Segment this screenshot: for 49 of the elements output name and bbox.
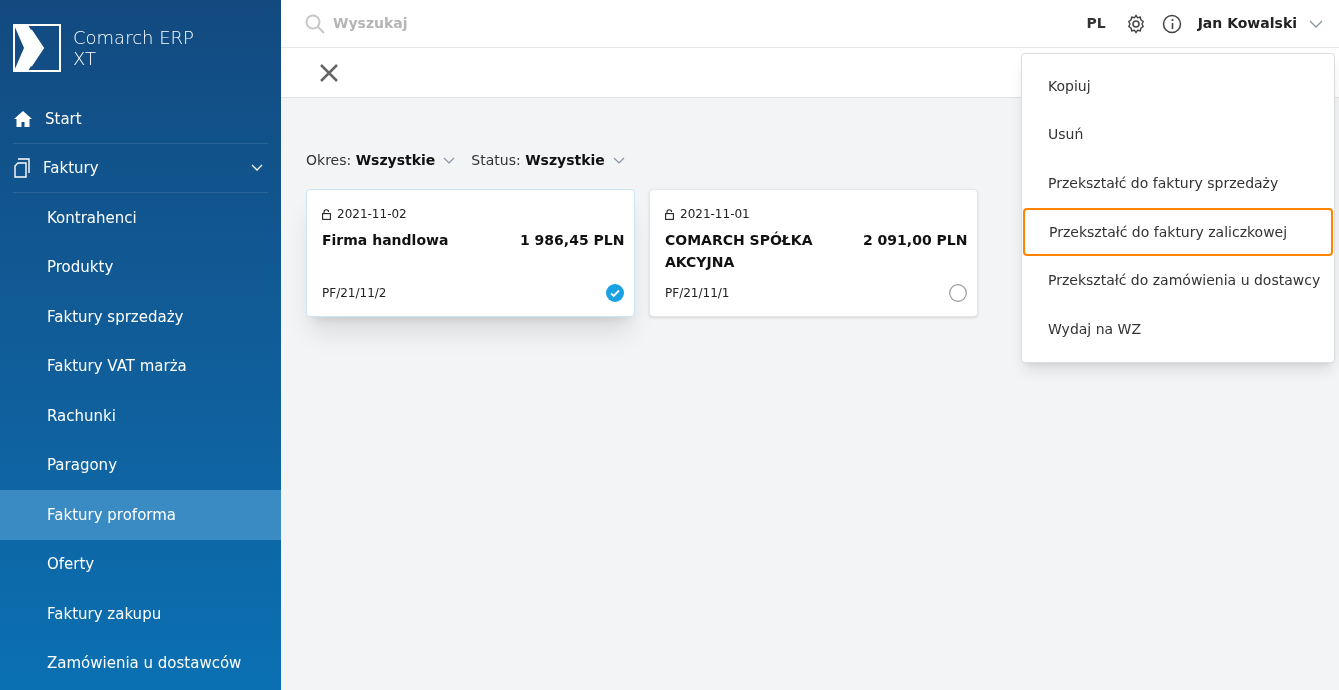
sidebar-item[interactable]: Kontrahenci bbox=[0, 193, 281, 243]
sidebar-item[interactable]: Faktury proforma bbox=[0, 490, 281, 540]
padlock-icon bbox=[665, 208, 674, 220]
invoice-number: PF/21/11/2 bbox=[322, 285, 387, 302]
invoice-date: 2021-11-01 bbox=[680, 206, 750, 223]
invoice-card[interactable]: 2021-11-01 COMARCH SPÓŁKA AKCYJNA 2 091,00 PLN PF/21/11/1 bbox=[649, 189, 978, 317]
chevron-icon bbox=[612, 156, 625, 165]
chevron-icon[interactable] bbox=[251, 164, 263, 172]
sidebar-item[interactable]: Paragony bbox=[0, 440, 281, 490]
invoice-number: PF/21/11/1 bbox=[665, 285, 730, 302]
customer-name: COMARCH SPÓŁKA AKCYJNA bbox=[665, 230, 814, 272]
invoice-card[interactable]: 2021-11-02 Firma handlowa 1 986,45 PLN PF/21/11/2 bbox=[306, 189, 635, 317]
padlock-icon bbox=[322, 208, 331, 220]
sidebar-item[interactable]: Faktury zakupu bbox=[0, 589, 281, 639]
customer-name: Firma handlowa bbox=[322, 231, 450, 250]
invoice-date: 2021-11-02 bbox=[337, 206, 407, 223]
menu-item[interactable]: Usuń bbox=[1022, 110, 1334, 160]
app-name: Comarch ERP XT bbox=[73, 26, 195, 69]
invoice-amount: 2 091,00 PLN bbox=[863, 231, 968, 250]
chevron-icon bbox=[1309, 19, 1323, 28]
menu-item[interactable]: Wydaj na WZ bbox=[1022, 304, 1334, 354]
home-icon bbox=[13, 110, 33, 128]
sidebar-item[interactable]: Faktury bbox=[13, 144, 268, 193]
documents-icon bbox=[13, 158, 31, 178]
sidebar-item[interactable]: Start bbox=[13, 95, 268, 144]
empty-circle-icon[interactable] bbox=[949, 284, 968, 302]
sidebar-item[interactable]: Zamówienia u dostawców bbox=[0, 638, 281, 688]
sidebar-item[interactable]: Produkty bbox=[0, 242, 281, 292]
checked-circle-icon[interactable] bbox=[606, 284, 625, 302]
search-field[interactable]: Wyszukaj bbox=[333, 13, 633, 34]
filter-dropdown[interactable]: Status: Wszystkie bbox=[471, 150, 625, 171]
menu-item[interactable]: Kopiuj bbox=[1022, 62, 1334, 111]
menu-item[interactable]: Przekształć do faktury zaliczkowej bbox=[1023, 207, 1333, 257]
chevron-icon bbox=[443, 156, 456, 165]
sidebar-item[interactable]: Oferty bbox=[0, 539, 281, 589]
invoice-amount: 1 986,45 PLN bbox=[520, 231, 625, 250]
menu-item[interactable]: Przekształć do faktury sprzedaży bbox=[1022, 159, 1334, 208]
user-menu-button[interactable]: Jan Kowalski bbox=[1197, 13, 1323, 34]
sidebar-item[interactable]: Faktury sprzedaży bbox=[0, 292, 281, 342]
language-button[interactable]: PL bbox=[1086, 13, 1106, 34]
menu-item[interactable]: Przekształć do zamówienia u dostawcy bbox=[1022, 256, 1334, 305]
sidebar-item[interactable]: Faktury VAT marża bbox=[0, 341, 281, 391]
close-icon[interactable] bbox=[319, 62, 339, 83]
filter-dropdown[interactable]: Okres: Wszystkie bbox=[306, 150, 456, 171]
settings-icon[interactable] bbox=[1125, 13, 1146, 34]
search-icon bbox=[305, 13, 325, 34]
logo-icon bbox=[13, 23, 61, 72]
sidebar-item[interactable]: Rachunki bbox=[0, 391, 281, 441]
info-icon[interactable] bbox=[1161, 13, 1182, 34]
